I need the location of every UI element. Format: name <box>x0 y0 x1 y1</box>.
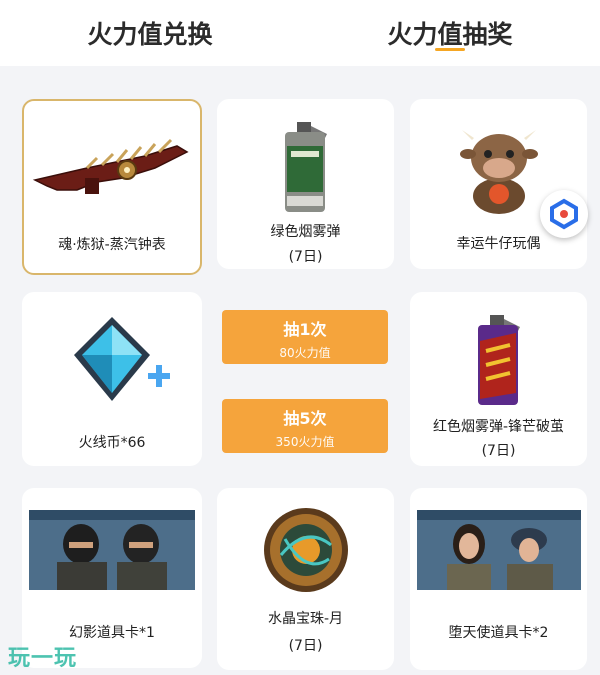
prize-card-cow-doll[interactable]: 幸运牛仔玩偶 <box>410 99 587 269</box>
hexagon-icon <box>550 198 578 230</box>
red-smoke-grenade-icon <box>412 306 585 416</box>
tab-firepower-exchange[interactable]: 火力值兑换 <box>0 0 300 66</box>
prize-duration: (7日) <box>288 638 323 654</box>
green-smoke-grenade-icon <box>219 113 392 223</box>
draw-once-button[interactable]: 抽1次 80火力值 <box>222 310 388 364</box>
draw-five-button[interactable]: 抽5次 350火力值 <box>222 399 388 453</box>
tab-label: 火力值兑换 <box>87 20 213 49</box>
prize-card-diamond[interactable]: 火线币*66 <box>22 292 202 466</box>
prize-duration: (7日) <box>288 249 323 265</box>
prize-duration: (7日) <box>481 443 516 459</box>
female-soldier-card-icon <box>412 510 585 590</box>
crystal-orb-icon <box>219 500 392 600</box>
draw-label: 抽1次 <box>283 320 327 339</box>
prize-name: 绿色烟雾弹 <box>270 224 341 240</box>
tab-label: 火力值抽奖 <box>387 20 513 49</box>
draw-label: 抽5次 <box>283 409 327 428</box>
prize-card-red-smoke[interactable]: 红色烟雾弹-锋芒破茧 (7日) <box>410 292 587 466</box>
floating-assistant-button[interactable] <box>540 190 588 238</box>
prize-card-rifle[interactable]: 魂·炼狱-蒸汽钟表 <box>22 99 202 275</box>
draw-cost: 350火力值 <box>275 435 335 449</box>
draw-cost: 80火力值 <box>279 346 331 360</box>
watermark-logo: 玩一玩 <box>8 646 78 671</box>
tab-firepower-lottery[interactable]: 火力值抽奖 <box>300 0 600 66</box>
prize-name: 红色烟雾弹-锋芒破茧 <box>432 419 565 435</box>
prize-card-fallen-angel[interactable]: 堕天使道具卡*2 <box>410 488 587 670</box>
prize-name: 水晶宝珠-月 <box>267 611 344 627</box>
blue-diamond-icon <box>24 306 200 416</box>
prize-name: 堕天使道具卡*2 <box>448 625 549 641</box>
prize-card-green-smoke[interactable]: 绿色烟雾弹 (7日) <box>217 99 394 269</box>
lottery-grid: 魂·炼狱-蒸汽钟表 绿色烟雾弹 (7日) 幸运牛仔玩偶 火线币*66 抽1次 8… <box>0 66 600 675</box>
prize-name: 魂·炼狱-蒸汽钟表 <box>58 237 166 253</box>
prize-name: 幻影道具卡*1 <box>69 625 155 641</box>
tab-bar: 火力值兑换 火力值抽奖 <box>0 0 600 66</box>
rifle-icon <box>24 113 200 223</box>
soldier-card-icon <box>24 510 200 590</box>
prize-card-crystal-orb[interactable]: 水晶宝珠-月 (7日) <box>217 488 394 670</box>
prize-name: 火线币*66 <box>78 435 146 451</box>
